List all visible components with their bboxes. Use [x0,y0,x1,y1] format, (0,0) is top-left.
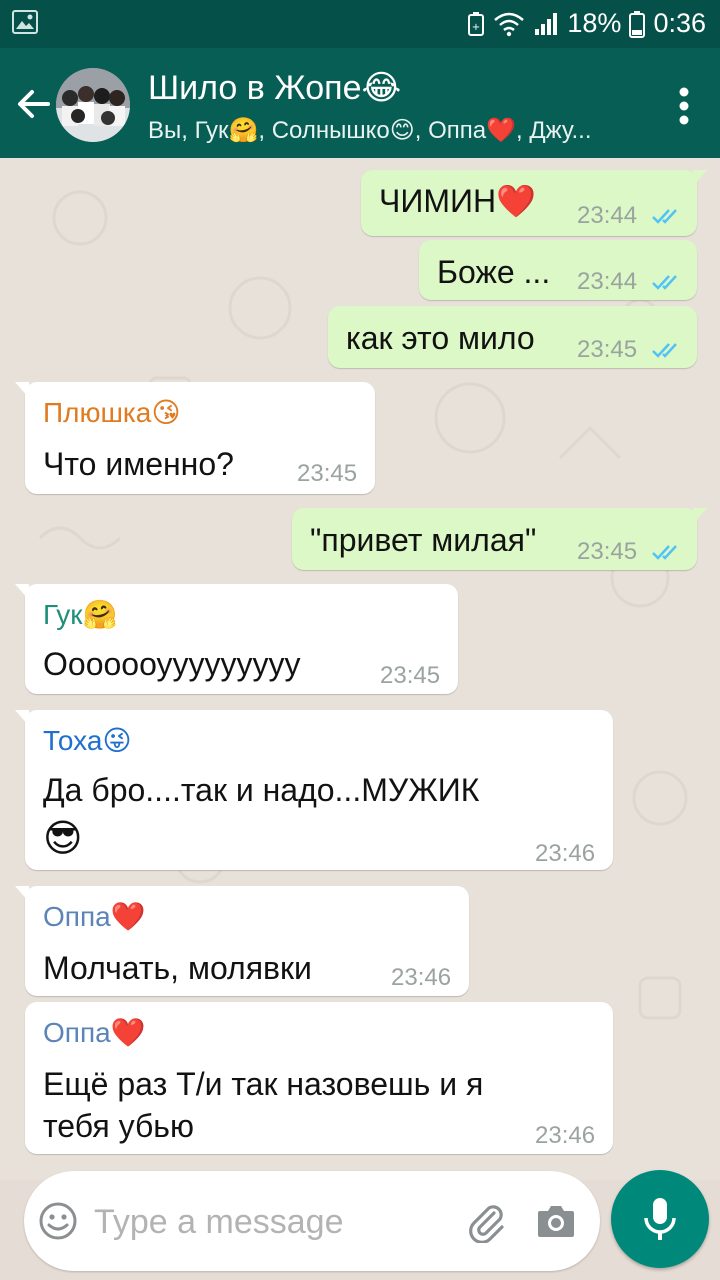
message-text: ЧИМИН❤️ [379,183,536,219]
message-text: "привет милая" [310,522,537,558]
mic-icon [644,1198,676,1240]
chat-header: Шило в Жопе😂 Вы, Гук🤗, Солнышко😊, Оппа❤️… [0,48,720,158]
sender-name[interactable]: Оппа❤️ [43,1016,146,1049]
battery-percent: 18% [567,8,622,38]
group-photo [56,68,130,142]
message-text-line: Да бро....так и надо...МУЖИК [43,772,480,808]
battery-icon [629,10,646,38]
bubble-tail [15,382,29,398]
message-text: Молчать, молявки [43,950,312,986]
signal-icon [535,12,558,35]
sender-name[interactable]: Оппа❤️ [43,900,146,933]
back-arrow-icon[interactable] [14,84,54,124]
gallery-icon [12,10,38,34]
message-text: Ооооооууууууууу [43,646,301,682]
incoming-message[interactable]: Оппа❤️ Ещё раз Т/и так назовешь и я тебя… [25,1002,613,1154]
message-time: 23:44 [577,202,638,229]
svg-text:+: + [472,22,480,33]
sender-name[interactable]: Тоха😜 [43,724,132,757]
double-check-icon [652,275,677,290]
sender-name[interactable]: Гук🤗 [43,598,117,631]
message-time: 23:45 [577,538,638,565]
outgoing-message[interactable]: ЧИМИН❤️ 23:44 [361,170,707,236]
message-time: 23:46 [535,1122,596,1149]
more-vert-icon[interactable] [678,86,690,126]
message-text-line: 😎 [43,818,83,860]
group-members[interactable]: Вы, Гук🤗, Солнышко😊, Оппа❤️, Джу... [148,116,616,145]
incoming-message[interactable]: Гук🤗 Ооооооууууууууу 23:45 [15,584,458,694]
bubble-tail [693,508,707,524]
compose-bar [24,1171,600,1271]
group-title[interactable]: Шило в Жопе😂 [148,68,401,108]
message-list[interactable]: ЧИМИН❤️ 23:44 Боже ... 23:44 как это мил… [0,158,720,1180]
paperclip-icon[interactable] [464,1199,508,1243]
incoming-message[interactable]: Оппа❤️ Молчать, молявки 23:46 [15,886,469,996]
message-text: как это мило [346,320,535,356]
incoming-message[interactable]: Тоха😜 Да бро....так и надо...МУЖИК 😎 23:… [15,710,613,870]
message-text: Боже ... [437,254,551,290]
message-time: 23:45 [297,460,358,487]
message-text: Что именно? [43,446,234,482]
sender-name[interactable]: Плюшка😘 [43,396,181,429]
message-text-line: тебя убью [43,1108,194,1144]
bubble-tail [15,584,29,600]
message-time: 23:45 [577,336,638,363]
message-time: 23:46 [391,964,452,991]
message-time: 23:46 [535,840,596,867]
camera-icon[interactable] [534,1199,578,1243]
double-check-icon [652,545,677,560]
battery-saver-icon: + [468,11,485,36]
clock: 0:36 [653,8,706,38]
bubble-tail [15,886,29,902]
outgoing-message[interactable]: "привет милая" 23:45 [292,508,707,570]
wifi-icon [494,12,525,36]
status-bar: + 18% 0:36 [0,0,720,48]
double-check-icon [652,209,677,224]
outgoing-message[interactable]: Боже ... 23:44 [419,240,697,300]
emoji-icon[interactable] [38,1201,78,1241]
message-text-line: Ещё раз Т/и так назовешь и я [43,1066,484,1102]
message-input[interactable] [92,1197,456,1247]
voice-record-button[interactable] [611,1170,709,1268]
message-time: 23:45 [380,662,441,689]
incoming-message[interactable]: Плюшка😘 Что именно? 23:45 [15,382,375,494]
outgoing-message[interactable]: как это мило 23:45 [328,306,697,368]
group-avatar[interactable] [56,68,130,142]
message-time: 23:44 [577,268,638,295]
bubble-tail [15,710,29,726]
double-check-icon [652,343,677,358]
bubble-tail [693,170,707,186]
